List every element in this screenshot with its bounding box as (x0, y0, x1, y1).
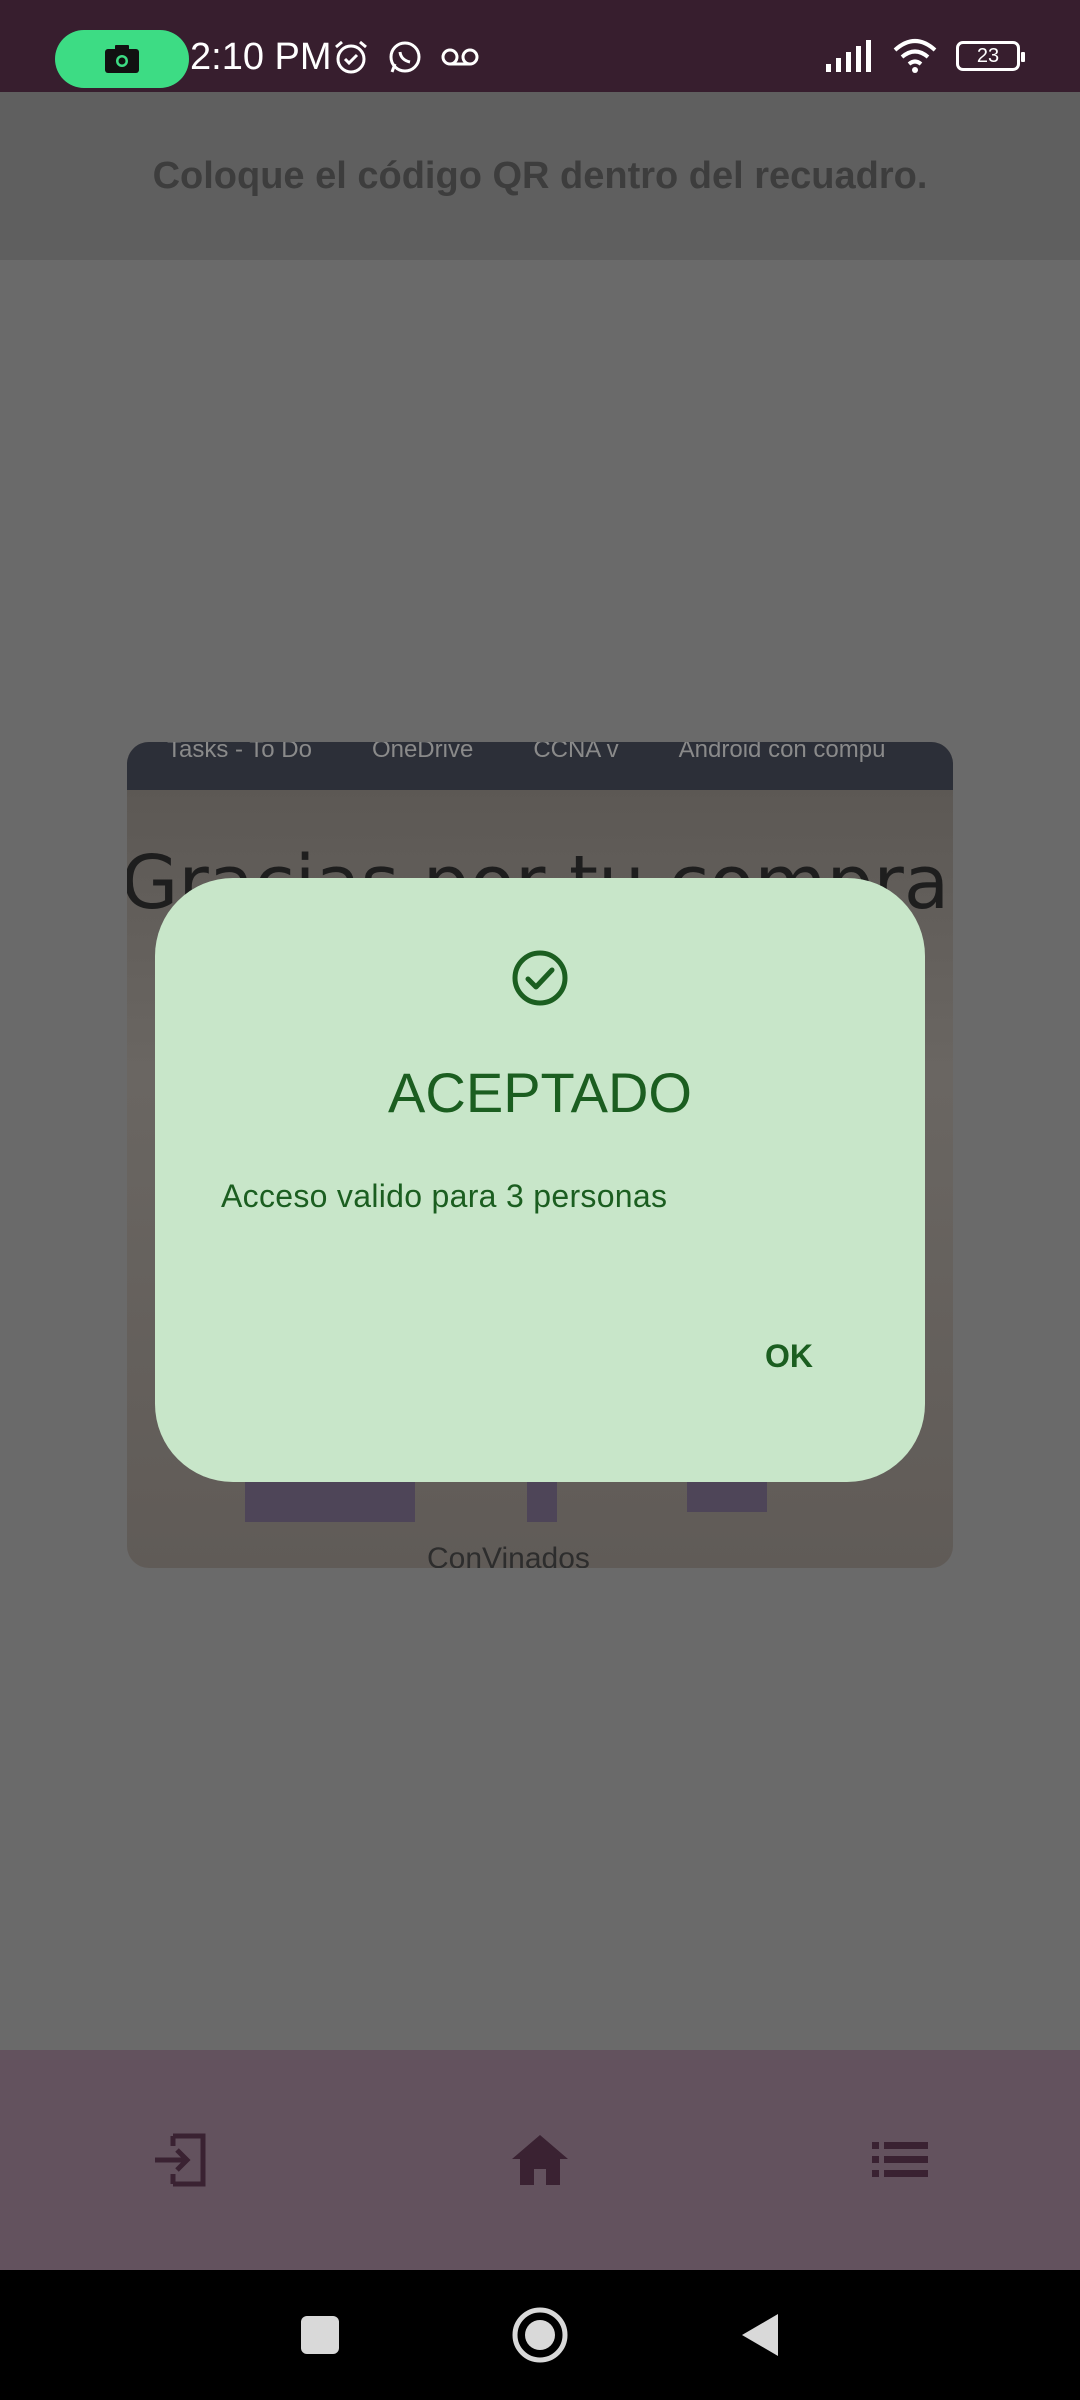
notification-icons (332, 38, 480, 76)
bottom-navigation (0, 2050, 1080, 2270)
ok-button[interactable]: OK (729, 1326, 849, 1386)
app-header: Coloque el código QR dentro del recuadro… (0, 92, 1080, 260)
preview-bookmark: OneDrive (371, 742, 474, 763)
battery-level: 23 (976, 44, 1000, 67)
dialog-message: Acceso valido para 3 personas (221, 1178, 668, 1214)
logout-icon (155, 2133, 206, 2187)
home-button[interactable] (505, 2300, 575, 2370)
camera-icon (105, 45, 139, 73)
circle-icon (512, 2307, 568, 2363)
back-button[interactable] (725, 2300, 795, 2370)
back-triangle-icon (742, 2314, 778, 2356)
page-title: Coloque el código QR dentro del recuadro… (152, 154, 928, 197)
recents-button[interactable] (285, 2300, 355, 2370)
preview-browser-bookmarks: Tasks - To Do OneDrive CCNA v Android co… (127, 742, 953, 790)
square-icon (301, 2316, 339, 2354)
preview-bookmark: CCNA v (533, 742, 619, 763)
battery-icon: 23 (956, 41, 1025, 71)
preview-footer-text: ConVinados (427, 1542, 590, 1568)
status-time: 2:10 PM (190, 36, 332, 78)
signal-icon (826, 40, 871, 72)
home-icon (512, 2135, 568, 2185)
status-bar: 2:10 PM 23 (0, 0, 1080, 92)
wifi-icon (893, 39, 937, 73)
camera-in-use-indicator[interactable] (55, 30, 189, 88)
whatsapp-icon (389, 41, 421, 73)
nav-list[interactable] (840, 2100, 960, 2220)
preview-bookmark: Android con compu (678, 742, 886, 763)
dialog-title: ACEPTADO (388, 1061, 692, 1124)
preview-bookmark: Tasks - To Do (167, 742, 312, 763)
voicemail-icon (441, 48, 479, 66)
nav-home[interactable] (480, 2100, 600, 2220)
check-circle-icon (512, 950, 568, 1006)
nav-logout[interactable] (120, 2100, 240, 2220)
screen: 2:10 PM 23 Coloque el código QR dentro d… (0, 0, 1080, 2400)
alarm-icon (335, 40, 367, 74)
result-dialog: ACEPTADO Acceso valido para 3 personas O… (155, 878, 925, 1482)
system-navigation-bar (0, 2270, 1080, 2400)
list-icon (872, 2142, 928, 2177)
system-status-icons: 23 (824, 38, 1025, 74)
